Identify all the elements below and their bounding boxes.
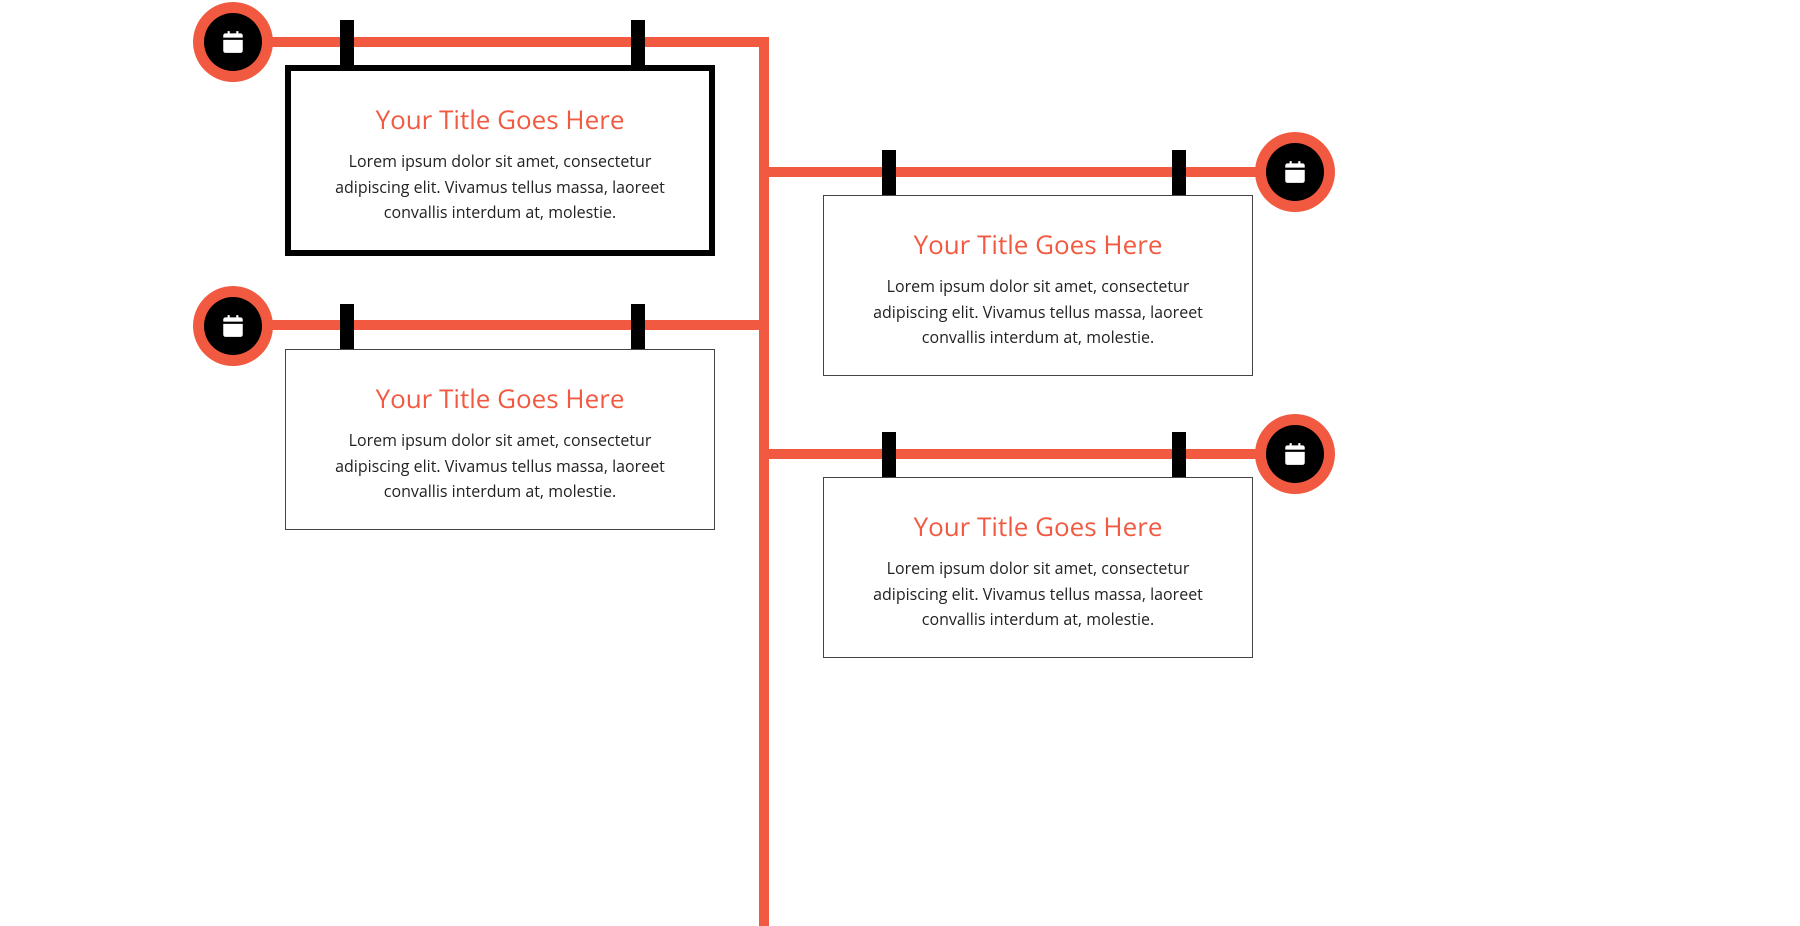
card-clip [882,432,896,482]
calendar-icon [204,13,262,71]
timeline-marker-2 [1255,132,1335,212]
calendar-icon [1266,143,1324,201]
calendar-icon [1266,425,1324,483]
timeline-card-1: Your Title Goes Here Lorem ipsum dolor s… [285,65,715,256]
card-clip [340,304,354,354]
card-title: Your Title Goes Here [854,508,1222,544]
timeline-card-3: Your Title Goes Here Lorem ipsum dolor s… [285,349,715,530]
calendar-icon [204,297,262,355]
card-body: Lorem ipsum dolor sit amet, consectetur … [321,149,679,226]
card-clip [882,150,896,200]
timeline-card-4: Your Title Goes Here Lorem ipsum dolor s… [823,477,1253,658]
card-title: Your Title Goes Here [321,101,679,137]
branch-right-1 [765,167,1295,177]
card-clip [631,20,645,70]
card-body: Lorem ipsum dolor sit amet, consectetur … [854,274,1222,351]
timeline-card-2: Your Title Goes Here Lorem ipsum dolor s… [823,195,1253,376]
branch-left-2 [233,320,765,330]
card-body: Lorem ipsum dolor sit amet, consectetur … [854,556,1222,633]
card-title: Your Title Goes Here [854,226,1222,262]
card-title: Your Title Goes Here [316,380,684,416]
timeline-marker-3 [193,286,273,366]
card-clip [1172,150,1186,200]
branch-left-1 [233,37,765,47]
card-body: Lorem ipsum dolor sit amet, consectetur … [316,428,684,505]
timeline-diagram: Your Title Goes Here Lorem ipsum dolor s… [0,0,1800,926]
timeline-marker-4 [1255,414,1335,494]
card-clip [340,20,354,70]
timeline-marker-1 [193,2,273,82]
branch-right-2 [765,449,1295,459]
card-clip [631,304,645,354]
card-clip [1172,432,1186,482]
